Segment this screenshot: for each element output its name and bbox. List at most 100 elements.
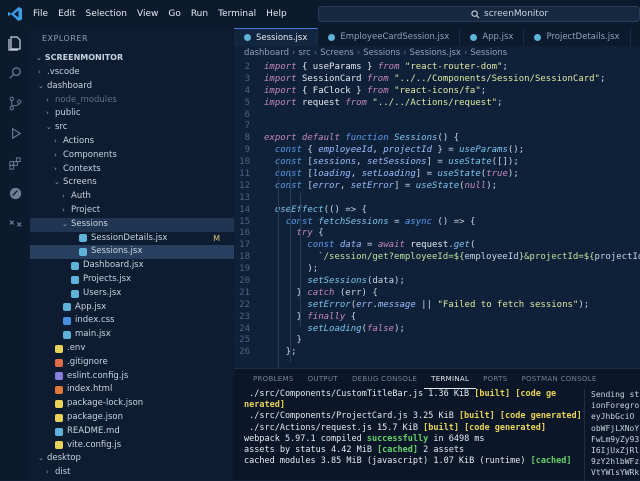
source-control-icon[interactable] (0, 88, 30, 118)
file-tree: › .vscode ⌄ dashboard › node_modules › public ⌄ s… (30, 66, 234, 480)
breadcrumb-item[interactable]: Sessions (363, 48, 400, 58)
line-number: 18 (239, 252, 250, 263)
breadcrumb-item[interactable]: dashboard (244, 48, 289, 58)
editor-tab[interactable]: App.jsx (460, 28, 525, 46)
tree-item-label: Components (63, 149, 117, 160)
file-item[interactable]: Users.jsx (30, 287, 234, 301)
file-item[interactable]: main.jsx (30, 328, 234, 342)
file-item[interactable]: package.json (30, 411, 234, 425)
menu-file[interactable]: File (28, 0, 53, 28)
tree-item-label: dashboard (47, 80, 92, 91)
file-item[interactable]: README.md (30, 425, 234, 439)
folder-item[interactable]: › Auth (30, 190, 234, 204)
folder-item[interactable]: › Actions (30, 135, 234, 149)
code-line: 3 import SessionCard from "../../Componen… (234, 74, 640, 86)
terminal-split-output[interactable]: Sending st ionForegro eyJhbGciO obWFjLXNoY… (584, 389, 640, 481)
file-item[interactable]: index.html (30, 383, 234, 397)
breadcrumb-item[interactable]: Screens (320, 48, 354, 58)
file-item[interactable]: App.jsx (30, 301, 234, 315)
chevron-right-icon: › (38, 68, 41, 76)
folder-item[interactable]: › Project (30, 204, 234, 218)
breadcrumb-item[interactable]: Sessions.jsx (410, 48, 461, 58)
run-debug-icon[interactable] (0, 118, 30, 148)
bottom-panel: PROBLEMS OUTPUT DEBUG CONSOLE TERMINAL PORTS… (234, 368, 640, 481)
code-line: 15 const fetchSessions = async () => { (234, 217, 640, 229)
file-item[interactable]: vite.config.js (30, 439, 234, 453)
chevron-right-icon: › (62, 205, 65, 214)
vscode-logo-icon (8, 7, 22, 21)
panel-tab[interactable]: PROBLEMS (246, 369, 301, 389)
tab-label: EmployeeCardSession.jsx (340, 32, 450, 42)
code-text: ); (264, 264, 319, 275)
search-icon[interactable] (0, 58, 30, 88)
panel-tab[interactable]: PORTS (476, 369, 514, 389)
panel-tab[interactable]: OUTPUT (301, 369, 345, 389)
file-item[interactable]: .gitignore (30, 356, 234, 370)
code-editor[interactable]: 2 import { useParams } from "react-router… (234, 62, 640, 368)
chevron-right-icon: › (46, 468, 49, 477)
folder-item[interactable]: ⌄ Sessions (30, 217, 234, 232)
file-item[interactable]: package-lock.json (30, 397, 234, 411)
line-number: 7 (244, 121, 250, 132)
code-text: const [loading, setLoading] = useState(t… (274, 169, 519, 180)
menu-run[interactable]: Run (186, 0, 213, 28)
folder-item[interactable]: ⌄ src (30, 121, 234, 135)
menu-terminal[interactable]: Terminal (213, 0, 261, 28)
extensions-icon[interactable] (0, 148, 30, 178)
file-item[interactable]: index.css (30, 314, 234, 328)
file-item[interactable]: SessionDetails.jsx M (30, 232, 234, 246)
menu-selection[interactable]: Selection (81, 0, 132, 28)
editor-tab[interactable]: ProjectDetails.jsx (524, 28, 631, 46)
code-line: 4 import { FaClock } from "react-icons/fa… (234, 86, 640, 98)
file-item[interactable]: Dashboard.jsx (30, 259, 234, 273)
file-item[interactable]: Sessions.jsx (30, 245, 234, 260)
folder-item[interactable]: ⌄ dashboard (30, 80, 234, 94)
breadcrumb-item[interactable]: Sessions (470, 48, 507, 58)
file-item[interactable]: Projects.jsx (30, 273, 234, 287)
file-item[interactable]: .env (30, 342, 234, 356)
line-number: 2 (244, 62, 250, 72)
folder-item[interactable]: › Contexts (30, 163, 234, 177)
menu-go[interactable]: Go (163, 0, 185, 28)
folder-item[interactable]: ⌄ Screens (30, 176, 234, 190)
tree-item-label: Actions (63, 135, 95, 146)
remote-explorer-icon[interactable] (0, 208, 30, 238)
editor-tab[interactable]: EmployeeCardSession.jsx (318, 28, 461, 46)
folder-item[interactable]: › public (30, 107, 234, 121)
line-number: 3 (244, 73, 250, 84)
menu-help[interactable]: Help (261, 0, 292, 28)
explorer-icon[interactable] (0, 28, 30, 58)
folder-item[interactable]: › .vscode (30, 66, 234, 80)
panel-tab[interactable]: TERMINAL (424, 369, 477, 389)
panel-tab[interactable]: POSTMAN CONSOLE (514, 369, 603, 389)
code-text: import { useParams } from "react-router-… (264, 62, 508, 72)
code-text: try { (296, 228, 324, 239)
terminal-output[interactable]: ./src/Components/CustomTitleBar.js 1.36 … (234, 389, 584, 481)
project-root[interactable]: ⌄ SCREENMONITOR (30, 50, 234, 66)
folder-item[interactable]: › dist (30, 466, 234, 480)
menu-view[interactable]: View (132, 0, 163, 28)
command-center[interactable]: screenMonitor (318, 6, 640, 22)
folder-item[interactable]: ⌄ desktop (30, 452, 234, 466)
breadcrumb-item[interactable]: src (298, 48, 310, 58)
code-line: 16 try { (234, 228, 640, 240)
file-type-icon (79, 234, 87, 243)
panel-tab[interactable]: DEBUG CONSOLE (345, 369, 424, 389)
postman-icon[interactable] (0, 178, 30, 208)
tree-item-label: Dashboard.jsx (83, 260, 144, 271)
file-type-icon (55, 441, 63, 450)
menu-edit[interactable]: Edit (53, 0, 80, 28)
file-type-icon (55, 358, 63, 367)
file-item[interactable]: eslint.config.js (30, 370, 234, 384)
terminal-line: obWFjLXNoY (591, 423, 640, 433)
folder-item[interactable]: › node_modules (30, 94, 234, 108)
tree-item-label: Project (71, 204, 101, 215)
react-file-icon (534, 33, 542, 41)
tree-item-label: index.css (75, 315, 115, 326)
editor-tab[interactable]: Sessions.jsx (234, 28, 319, 46)
line-number: 13 (239, 192, 250, 203)
chevron-right-icon: › (46, 109, 49, 118)
folder-item[interactable]: › Components (30, 149, 234, 163)
terminal-line: webpack 5.97.1 compiled successfully in … (244, 433, 485, 444)
tree-item-label: .env (67, 342, 86, 353)
